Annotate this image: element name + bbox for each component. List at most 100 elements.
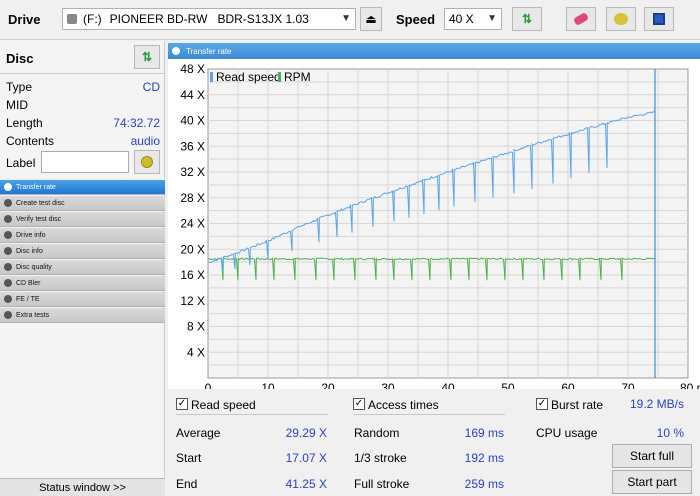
start-part-button[interactable]: Start part: [612, 470, 692, 494]
erase-button[interactable]: [566, 7, 596, 31]
eject-icon: ⏏: [365, 12, 377, 26]
x-tick-label: 40: [441, 381, 455, 389]
speed-label: Speed: [396, 12, 436, 27]
full-stroke-label: Full stroke: [354, 477, 410, 491]
disc-key: Type: [6, 80, 33, 94]
x-tick-label: 20: [321, 381, 335, 389]
refresh-icon: ⇅: [141, 50, 153, 64]
nav-label: Transfer rate: [16, 183, 56, 191]
nav-label: Drive info: [16, 231, 46, 239]
legend-label: RPM: [284, 70, 311, 84]
x-tick-label: 70: [621, 381, 635, 389]
nav-item-cd-bler[interactable]: CD Bler: [0, 276, 165, 291]
legend-label: Read speed: [216, 70, 281, 84]
disc-value: 74:32.72: [113, 116, 160, 130]
drive-select[interactable]: (F:) PIONEER BD-RW BDR-S13JX 1.03 ▼: [62, 8, 356, 30]
test-navigation: Transfer rate Create test disc Verify te…: [0, 180, 165, 478]
end-label: End: [176, 477, 198, 491]
disc-row-length: Length 74:32.72: [6, 116, 160, 134]
x-tick-label: 80 min: [680, 381, 700, 389]
disc-icon: [4, 231, 12, 239]
start-value: 17.07 X: [285, 451, 327, 465]
read-speed-checkbox[interactable]: ✓: [176, 398, 188, 410]
label-apply-button[interactable]: [134, 150, 160, 174]
nav-item-transfer-rate[interactable]: Transfer rate: [0, 180, 165, 195]
transfer-rate-chart: 4 X 8 X 12 X 16 X 20 X 24 X 28 X 32 X 36 X 40 X 44…: [180, 62, 700, 395]
nav-item-disc-info[interactable]: Disc info: [0, 244, 165, 259]
y-tick-label: 4 X: [187, 345, 205, 359]
eject-button[interactable]: ⏏: [360, 7, 382, 31]
copy-button[interactable]: [606, 7, 636, 31]
speed-select[interactable]: 40 X ▼: [444, 8, 502, 30]
x-tick-label: 10: [261, 381, 275, 389]
status-window-button[interactable]: Status window >>: [0, 478, 165, 496]
access-times-checkbox[interactable]: ✓: [353, 398, 365, 410]
disc-key: Length: [6, 116, 43, 130]
disc-value: audio: [130, 134, 160, 148]
disc-row-type: Type CD: [6, 80, 160, 98]
burst-rate-checkbox[interactable]: ✓: [536, 398, 548, 410]
y-tick-label: 16 X: [180, 268, 205, 282]
x-tick-label: 0: [205, 381, 212, 389]
y-tick-label: 44 X: [180, 88, 205, 102]
chevron-down-icon: ▼: [487, 13, 497, 24]
random-label: Random: [354, 426, 400, 440]
drive-letter: (F:): [83, 12, 102, 26]
disc-panel: Disc ⇅ Type CD MID Length 74:32.72 Conte…: [0, 41, 165, 178]
refresh-icon: ⇅: [521, 12, 533, 26]
end-value: 41.25 X: [285, 477, 327, 491]
speed-value: 40 X: [449, 12, 474, 26]
y-tick-label: 20 X: [180, 242, 205, 256]
x-tick-label: 50: [501, 381, 515, 389]
refresh-speed-button[interactable]: ⇅: [512, 7, 542, 31]
disc-key: Contents: [6, 134, 55, 148]
nav-item-fe-te[interactable]: FE / TE: [0, 292, 165, 307]
y-tick-label: 32 X: [180, 165, 205, 179]
disc-refresh-button[interactable]: ⇅: [134, 45, 160, 69]
divider: [176, 414, 328, 415]
start-full-button[interactable]: Start full: [612, 444, 692, 468]
y-tick-label: 24 X: [180, 217, 205, 231]
disc-icon: [4, 263, 12, 271]
nav-label: CD Bler: [16, 279, 41, 287]
chevron-down-icon: ▼: [341, 13, 351, 24]
disc-value: CD: [142, 80, 160, 94]
average-value: 29.29 X: [285, 426, 327, 440]
drive-name: PIONEER BD-RW BDR-S13JX 1.03: [109, 12, 309, 26]
y-tick-label: 8 X: [187, 320, 205, 334]
disc-title: Disc: [6, 51, 34, 66]
drive-icon: [67, 14, 77, 24]
burst-rate-label: Burst rate: [551, 398, 604, 412]
chart-area: 4 X 8 X 12 X 16 X 20 X 24 X 28 X 32 X 36 X 40 X 44…: [168, 59, 700, 395]
toolbar: Drive (F:) PIONEER BD-RW BDR-S13JX 1.03 …: [0, 0, 700, 40]
nav-item-verify-test-disc[interactable]: Verify test disc: [0, 212, 165, 227]
random-value: 169 ms: [464, 426, 504, 440]
nav-item-create-test-disc[interactable]: Create test disc: [0, 196, 165, 211]
full-stroke-value: 259 ms: [464, 477, 504, 491]
disc-icon: [4, 311, 12, 319]
read-speed-label: Read speed: [191, 398, 256, 412]
nav-label: Disc info: [16, 247, 43, 255]
one-third-stroke-label: 1/3 stroke: [354, 451, 407, 465]
nav-label: Extra tests: [16, 311, 50, 319]
nav-label: FE / TE: [16, 295, 40, 303]
nav-item-extra-tests[interactable]: Extra tests: [0, 308, 165, 323]
nav-item-drive-info[interactable]: Drive info: [0, 228, 165, 243]
disc-key: MID: [6, 98, 28, 112]
x-tick-label: 30: [381, 381, 395, 389]
y-tick-label: 48 X: [180, 62, 205, 76]
x-tick-label: 60: [561, 381, 575, 389]
disc-icon: [4, 247, 12, 255]
chart-window-titlebar: Transfer rate: [168, 43, 700, 59]
nav-label: Disc quality: [16, 263, 52, 271]
save-button[interactable]: [644, 7, 674, 31]
y-tick-label: 28 X: [180, 191, 205, 205]
discs-icon: [614, 13, 628, 25]
average-label: Average: [176, 426, 221, 440]
cpu-usage-value: 10 %: [656, 426, 684, 440]
cpu-usage-label: CPU usage: [536, 426, 598, 440]
label-input[interactable]: [41, 151, 129, 173]
nav-item-disc-quality[interactable]: Disc quality: [0, 260, 165, 275]
drive-label: Drive: [8, 12, 41, 27]
disc-icon: [4, 295, 12, 303]
